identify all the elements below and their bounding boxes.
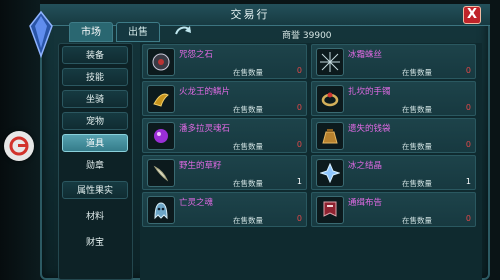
soul-stone-icon xyxy=(147,122,175,150)
category-equipment[interactable]: 装备 xyxy=(62,46,128,64)
item-name: 火龙王的鳞片 xyxy=(179,87,231,97)
item-cell[interactable]: 遗失的钱袋 在售数量 0 xyxy=(311,118,476,153)
category-mounts[interactable]: 坐骑 xyxy=(62,90,128,108)
dragon-scale-icon xyxy=(147,85,175,113)
category-pets[interactable]: 宠物 xyxy=(62,112,128,130)
qty-label: 在售数量 xyxy=(402,142,432,151)
qty-label: 在售数量 xyxy=(233,105,263,114)
wanted-banner-icon xyxy=(316,196,344,224)
item-name: 亡灵之魂 xyxy=(179,198,214,208)
item-cell[interactable]: 亡灵之魂 在售数量 0 xyxy=(142,192,307,227)
item-cell[interactable]: 火龙王的鳞片 在售数量 0 xyxy=(142,81,307,116)
qty-value: 0 xyxy=(296,214,302,223)
qty-value: 0 xyxy=(296,66,302,75)
item-name: 冰之结晶 xyxy=(348,161,383,171)
money-bag-icon xyxy=(316,122,344,150)
qty-value: 0 xyxy=(465,214,471,223)
qty-value: 0 xyxy=(465,140,471,149)
category-attribute-fruits[interactable]: 属性果实 xyxy=(62,181,128,199)
item-cell[interactable]: 野生的草籽 在售数量 1 xyxy=(142,155,307,190)
undead-soul-icon xyxy=(147,196,175,224)
item-cell[interactable]: 扎坎的手镯 在售数量 0 xyxy=(311,81,476,116)
item-name: 遗失的钱袋 xyxy=(348,124,391,134)
window-title: 交易行 xyxy=(230,8,270,21)
qty-label: 在售数量 xyxy=(233,216,263,225)
close-button[interactable]: X xyxy=(463,6,481,24)
item-cell[interactable]: 通缉布告 在售数量 0 xyxy=(311,192,476,227)
side-app-icon[interactable] xyxy=(4,131,34,161)
item-name: 冰霜蛛丝 xyxy=(348,50,383,60)
item-cell[interactable]: 咒怨之石 在售数量 0 xyxy=(142,44,307,79)
item-cell[interactable]: 潘多拉灵魂石 在售数量 0 xyxy=(142,118,307,153)
refresh-icon[interactable] xyxy=(173,22,193,40)
category-skills[interactable]: 技能 xyxy=(62,68,128,86)
currency-label: 商誉 xyxy=(282,31,301,41)
qty-value: 1 xyxy=(296,177,302,186)
qty-value: 0 xyxy=(296,140,302,149)
qty-value: 1 xyxy=(465,177,471,186)
qty-label: 在售数量 xyxy=(233,142,263,151)
qty-value: 0 xyxy=(465,103,471,112)
item-name: 潘多拉灵魂石 xyxy=(179,124,231,134)
qty-label: 在售数量 xyxy=(402,179,432,188)
tab-market[interactable]: 市场 xyxy=(69,22,113,42)
category-medals[interactable]: 勋章 xyxy=(62,158,128,171)
category-items[interactable]: 道具 xyxy=(62,134,128,152)
item-name: 咒怨之石 xyxy=(179,50,214,60)
qty-label: 在售数量 xyxy=(233,68,263,77)
item-name: 通缉布告 xyxy=(348,198,383,208)
bracelet-icon xyxy=(316,85,344,113)
category-materials[interactable]: 材料 xyxy=(62,209,128,222)
tab-sell[interactable]: 出售 xyxy=(116,22,160,42)
grass-seed-icon xyxy=(147,159,175,187)
qty-label: 在售数量 xyxy=(402,68,432,77)
item-name: 扎坎的手镯 xyxy=(348,87,391,97)
qty-label: 在售数量 xyxy=(233,179,263,188)
currency-display: 商誉 39900 xyxy=(282,28,332,41)
item-name: 野生的草籽 xyxy=(179,161,222,171)
qty-value: 0 xyxy=(465,66,471,75)
qty-value: 0 xyxy=(296,103,302,112)
ice-crystal-icon xyxy=(316,159,344,187)
crystal-gem-icon xyxy=(28,10,54,59)
cursed-stone-icon xyxy=(147,48,175,76)
frost-spider-silk-icon xyxy=(316,48,344,76)
currency-value: 39900 xyxy=(302,31,332,41)
item-cell[interactable]: 冰霜蛛丝 在售数量 0 xyxy=(311,44,476,79)
qty-label: 在售数量 xyxy=(402,216,432,225)
qty-label: 在售数量 xyxy=(402,105,432,114)
category-treasure[interactable]: 财宝 xyxy=(62,235,128,248)
item-cell[interactable]: 冰之结晶 在售数量 1 xyxy=(311,155,476,190)
